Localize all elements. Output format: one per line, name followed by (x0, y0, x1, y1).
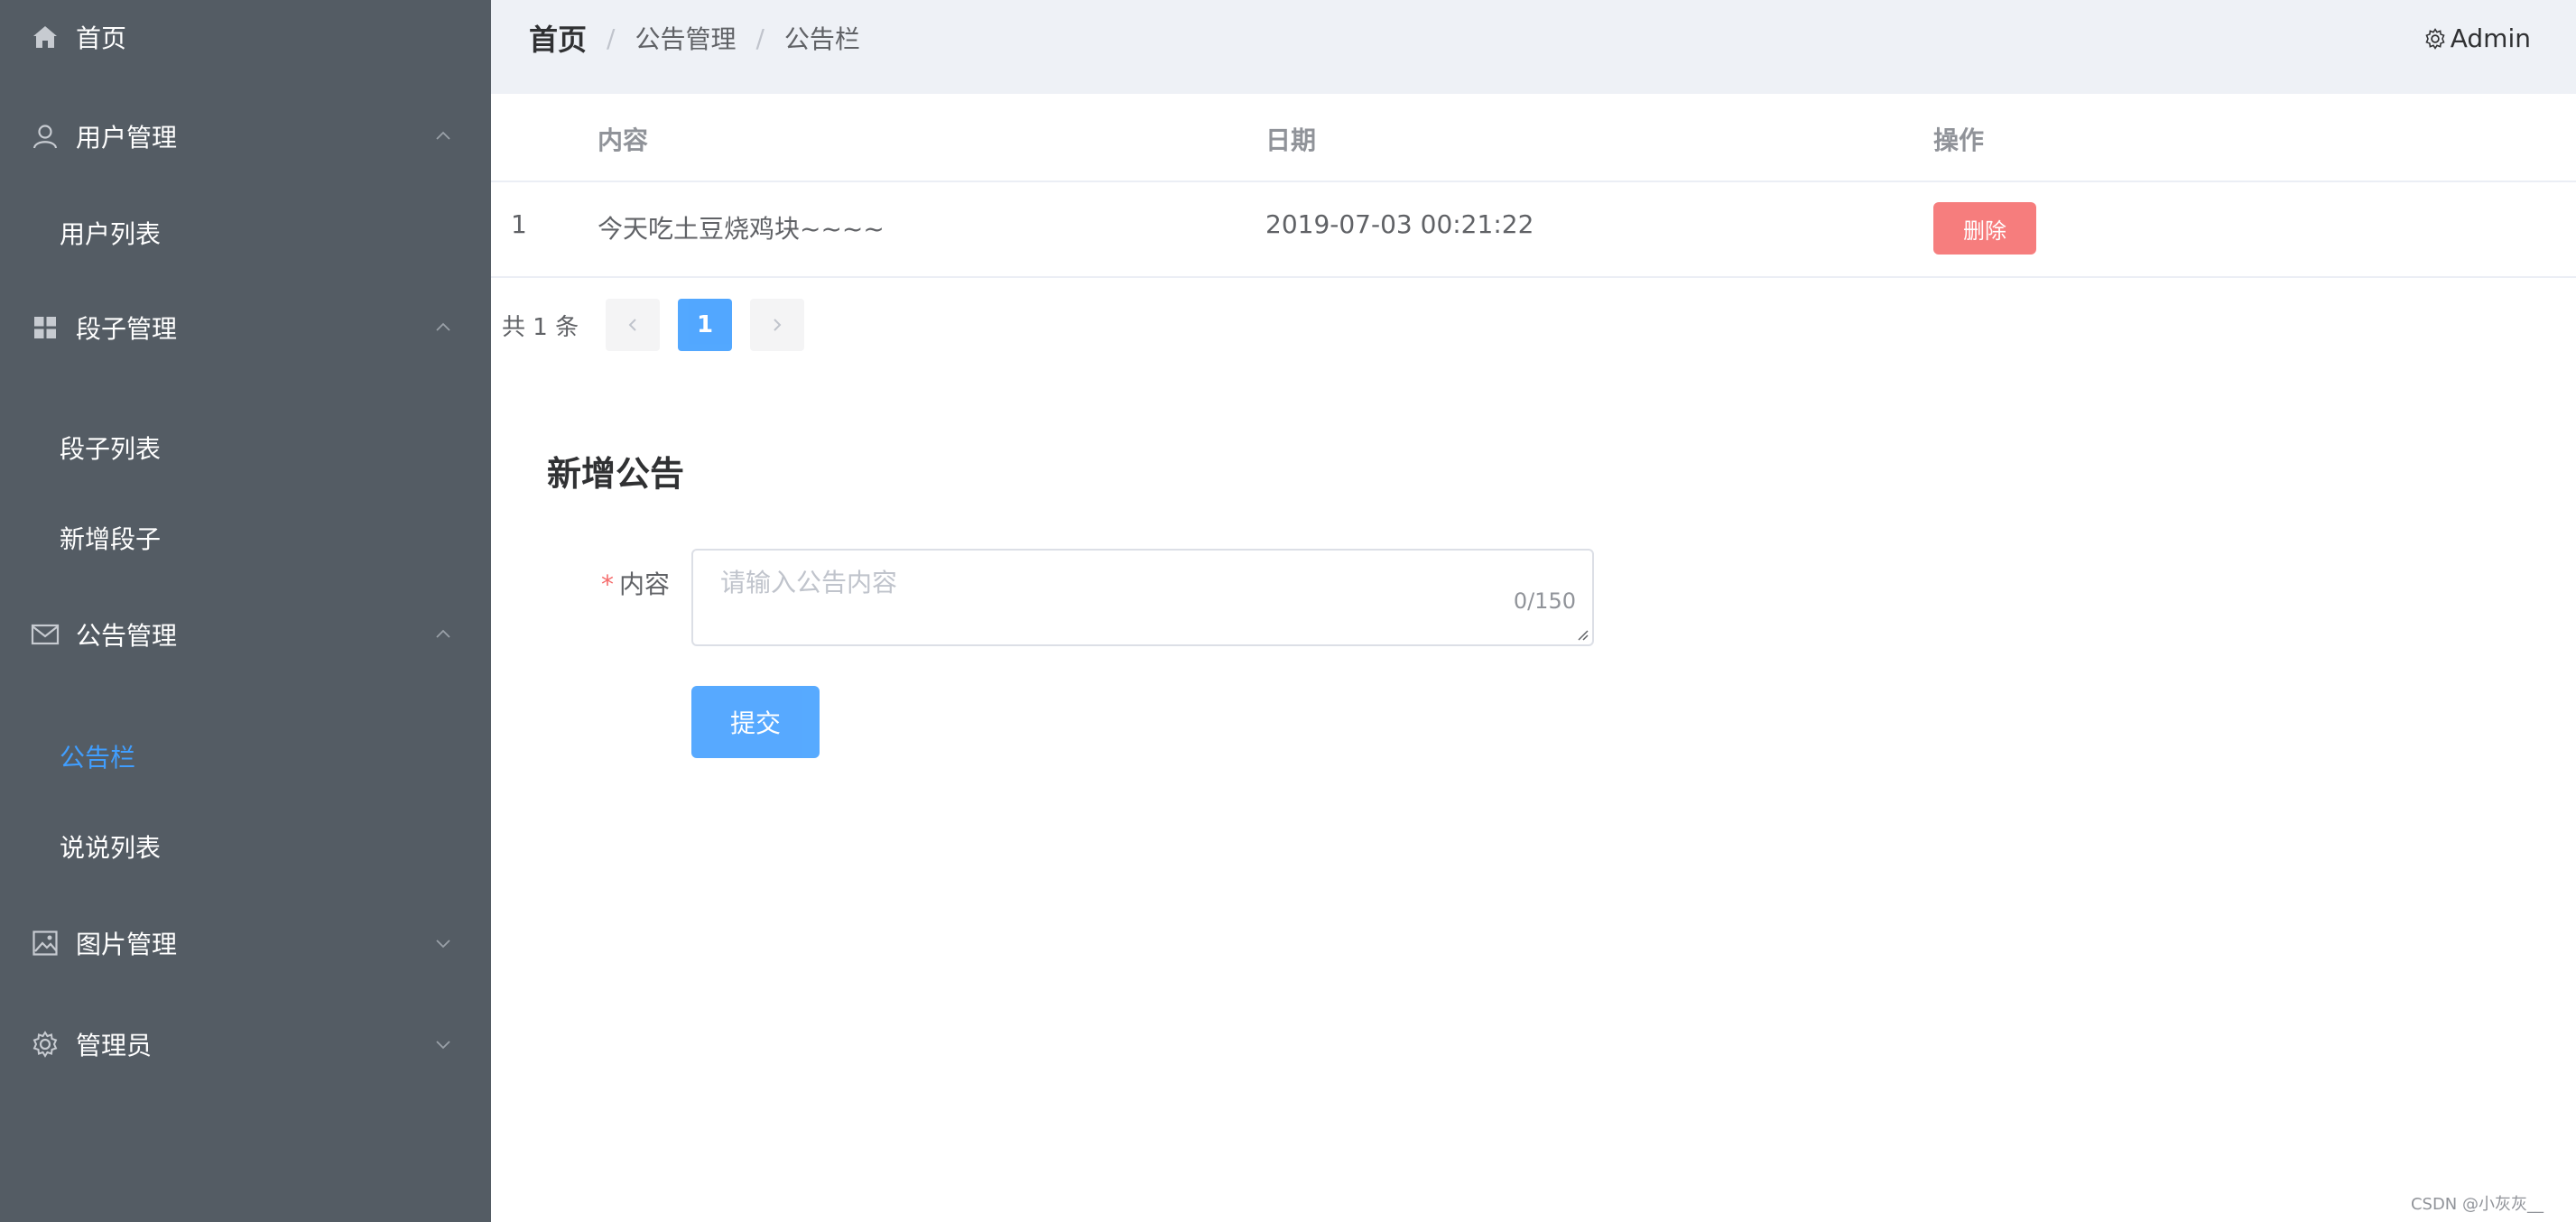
watermark: CSDN @小灰灰__ (2410, 1195, 2544, 1214)
chevron-left-icon (628, 319, 636, 331)
content-textarea[interactable] (693, 551, 1592, 644)
gear-icon (31, 1030, 60, 1059)
user-icon (31, 122, 60, 151)
sidebar-item-notice-management[interactable]: 公告管理 (0, 585, 491, 684)
pagination-total: 共 1 条 (502, 313, 579, 341)
sidebar-subitem-label: 新增段子 (60, 524, 162, 554)
breadcrumb-notice-management: 公告管理 (635, 24, 737, 54)
column-header-content: 内容 (598, 125, 649, 155)
header: 首页 / 公告管理 / 公告栏 Admin (491, 0, 2576, 94)
row-content: 今天吃土豆烧鸡块~~~~ (598, 214, 885, 244)
grid-icon (31, 313, 60, 342)
form-title: 新增公告 (547, 454, 685, 494)
content-label-text: 内容 (619, 569, 671, 599)
home-icon (31, 23, 60, 51)
table-row: 1 今天吃土豆烧鸡块~~~~ 2019-07-03 00:21:22 删除 (491, 182, 2576, 278)
chevron-up-icon (436, 629, 450, 638)
chevron-up-icon (436, 322, 450, 331)
sidebar-subitem-label: 公告栏 (60, 743, 136, 773)
pagination: 共 1 条 1 (502, 298, 822, 352)
sidebar-item-user-management[interactable]: 用户管理 (0, 87, 491, 186)
breadcrumb-home[interactable]: 首页 (529, 17, 587, 59)
sidebar-item-picture-management[interactable]: 图片管理 (0, 893, 491, 993)
sidebar-subitem-label: 说说列表 (60, 833, 162, 863)
table-header: 内容 日期 操作 (491, 94, 2576, 182)
settings-icon (2425, 27, 2445, 50)
row-date: 2019-07-03 00:21:22 (1265, 209, 1534, 239)
char-counter: 0/150 (1513, 588, 1576, 614)
sidebar-item-label: 段子管理 (76, 314, 178, 344)
page-number-button[interactable]: 1 (678, 299, 733, 351)
resize-handle-icon[interactable] (1576, 628, 1589, 641)
next-page-button[interactable] (750, 299, 805, 351)
sidebar-item-label: 管理员 (76, 1031, 153, 1060)
sidebar-subitem-label: 用户列表 (60, 219, 162, 249)
sidebar-subitem-label: 段子列表 (60, 434, 162, 464)
chevron-down-icon (436, 940, 450, 949)
chevron-right-icon (774, 319, 782, 331)
sidebar-item-notice-board[interactable]: 公告栏 (0, 711, 491, 801)
mail-icon (31, 620, 60, 649)
sidebar-item-label: 首页 (76, 23, 127, 53)
breadcrumb: 首页 / 公告管理 / 公告栏 (529, 17, 860, 59)
delete-button[interactable]: 删除 (1933, 202, 2036, 255)
breadcrumb-separator: / (607, 23, 616, 53)
sidebar: 首页 用户管理 用户列表 段子管理 段子列表 新增段子 公告管理 公告栏 说说列… (0, 0, 491, 1222)
content-textarea-wrapper: 0/150 (691, 549, 1594, 646)
column-header-action: 操作 (1933, 125, 1985, 155)
sidebar-item-add-joke[interactable]: 新增段子 (0, 493, 491, 583)
content-label: * 内容 (601, 565, 670, 601)
required-mark: * (601, 569, 614, 599)
column-header-date: 日期 (1265, 125, 1317, 155)
admin-username: Admin (2450, 23, 2531, 53)
notice-table: 内容 日期 操作 1 今天吃土豆烧鸡块~~~~ 2019-07-03 00:21… (491, 94, 2576, 278)
prev-page-button[interactable] (606, 299, 661, 351)
sidebar-item-label: 图片管理 (76, 930, 178, 959)
breadcrumb-notice-board: 公告栏 (783, 24, 860, 54)
sidebar-item-label: 公告管理 (76, 621, 178, 651)
admin-menu[interactable]: Admin (2423, 23, 2531, 53)
sidebar-item-joke-list[interactable]: 段子列表 (0, 403, 491, 493)
sidebar-item-home[interactable]: 首页 (0, 0, 491, 87)
chevron-down-icon (436, 1041, 450, 1050)
sidebar-item-admin[interactable]: 管理员 (0, 995, 491, 1094)
sidebar-item-joke-management[interactable]: 段子管理 (0, 278, 491, 377)
chevron-up-icon (436, 131, 450, 140)
picture-icon (31, 929, 60, 958)
row-index: 1 (511, 209, 527, 239)
submit-button[interactable]: 提交 (691, 686, 820, 758)
breadcrumb-separator: / (755, 23, 764, 53)
sidebar-item-user-list[interactable]: 用户列表 (0, 188, 491, 278)
sidebar-item-talk-list[interactable]: 说说列表 (0, 801, 491, 892)
sidebar-item-label: 用户管理 (76, 123, 178, 153)
